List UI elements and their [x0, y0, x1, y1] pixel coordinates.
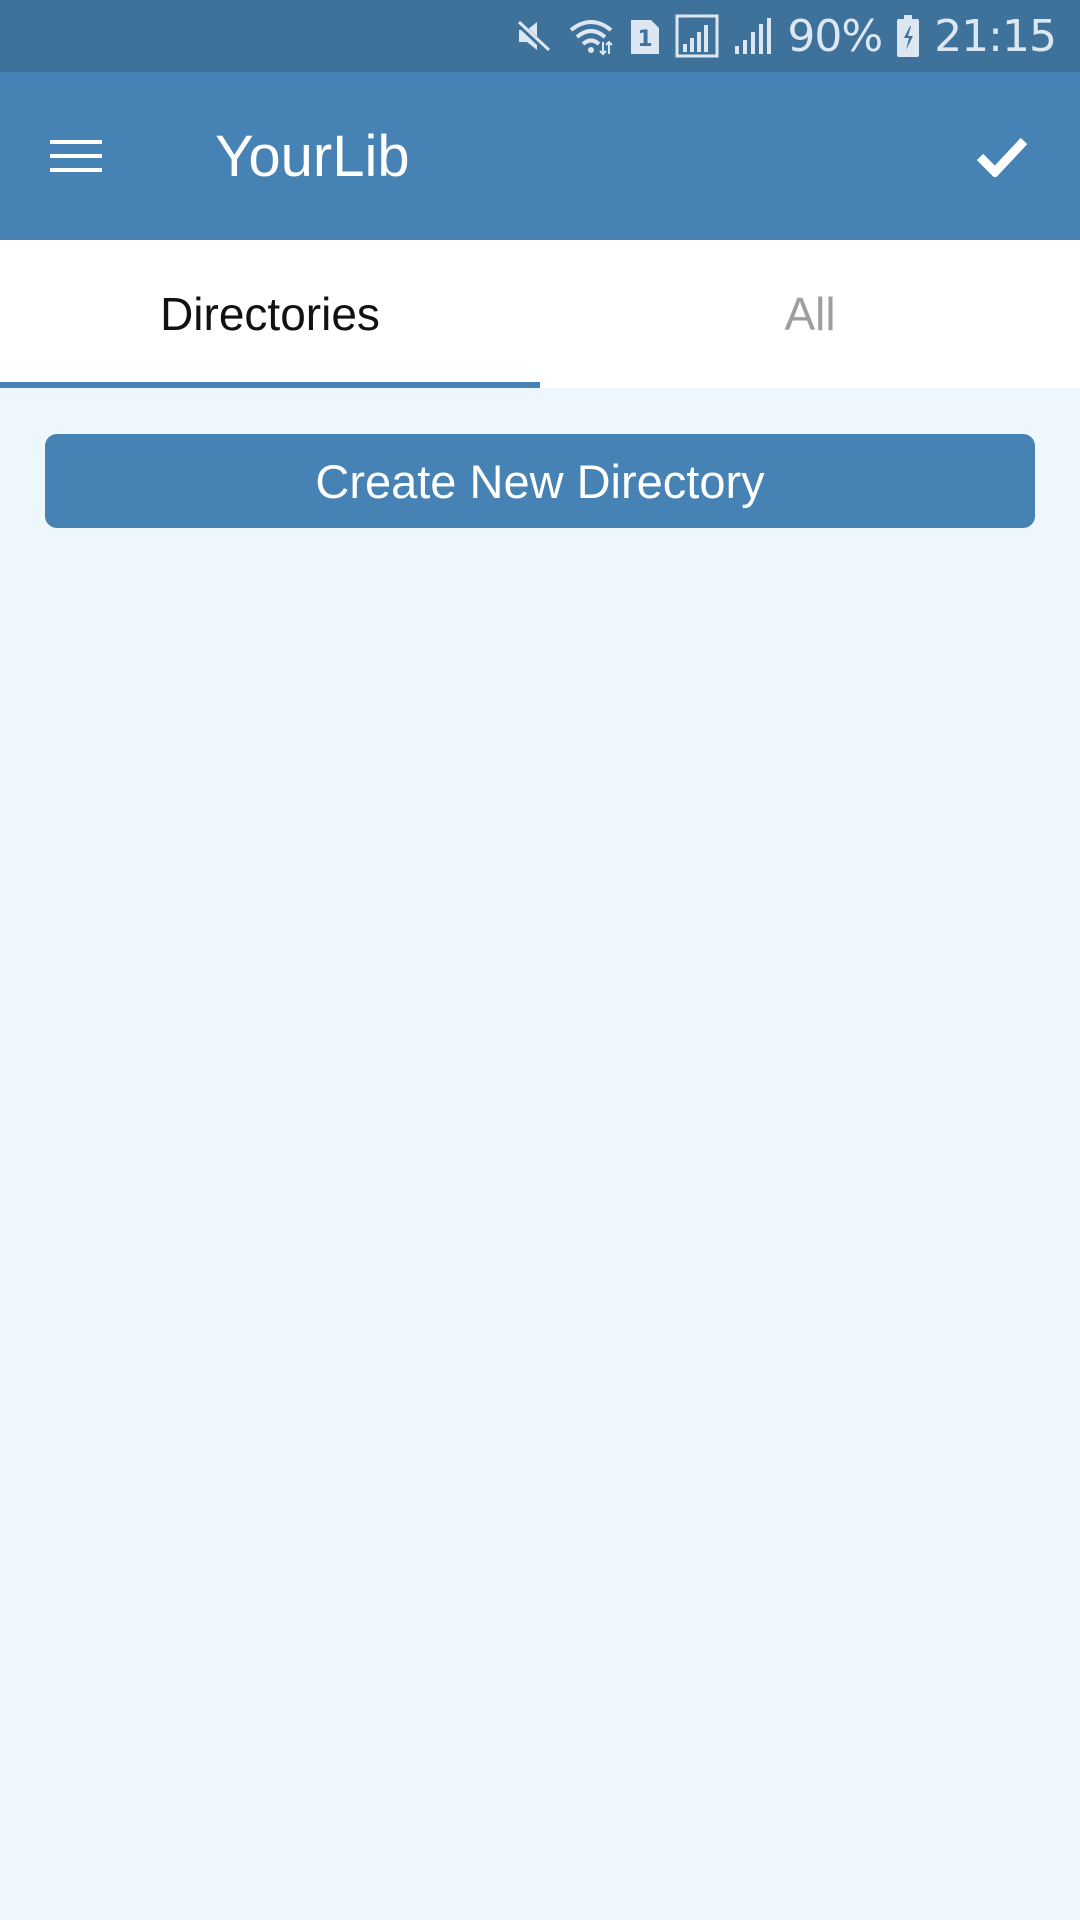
battery-percent: 90%: [787, 10, 883, 62]
confirm-button[interactable]: [960, 116, 1044, 200]
signal-icon: [675, 14, 719, 58]
hamburger-menu-icon: [50, 138, 102, 179]
clock: 21:15: [934, 10, 1057, 62]
tab-bar: Directories All: [0, 240, 1080, 388]
sim-icon: 1: [629, 16, 661, 56]
mute-icon: [513, 16, 553, 56]
tab-all[interactable]: All: [540, 240, 1080, 388]
sim-label: 1: [638, 27, 653, 52]
checkmark-icon: [976, 135, 1028, 182]
signal-icon: [733, 16, 773, 56]
menu-button[interactable]: [36, 118, 116, 198]
tab-directories[interactable]: Directories: [0, 240, 540, 388]
wifi-icon: [567, 16, 615, 56]
main-content: Create New Directory: [0, 388, 1080, 1920]
tab-label: Directories: [160, 288, 380, 340]
app-title: YourLib: [215, 124, 410, 189]
app-bar: YourLib: [0, 72, 1080, 240]
status-bar: 1 90% 21:15: [0, 0, 1080, 72]
status-icons: 1 90% 21:15: [513, 0, 1057, 72]
create-new-directory-button[interactable]: Create New Directory: [45, 434, 1035, 528]
battery-charging-icon: [896, 14, 920, 58]
tab-label: All: [784, 288, 836, 340]
